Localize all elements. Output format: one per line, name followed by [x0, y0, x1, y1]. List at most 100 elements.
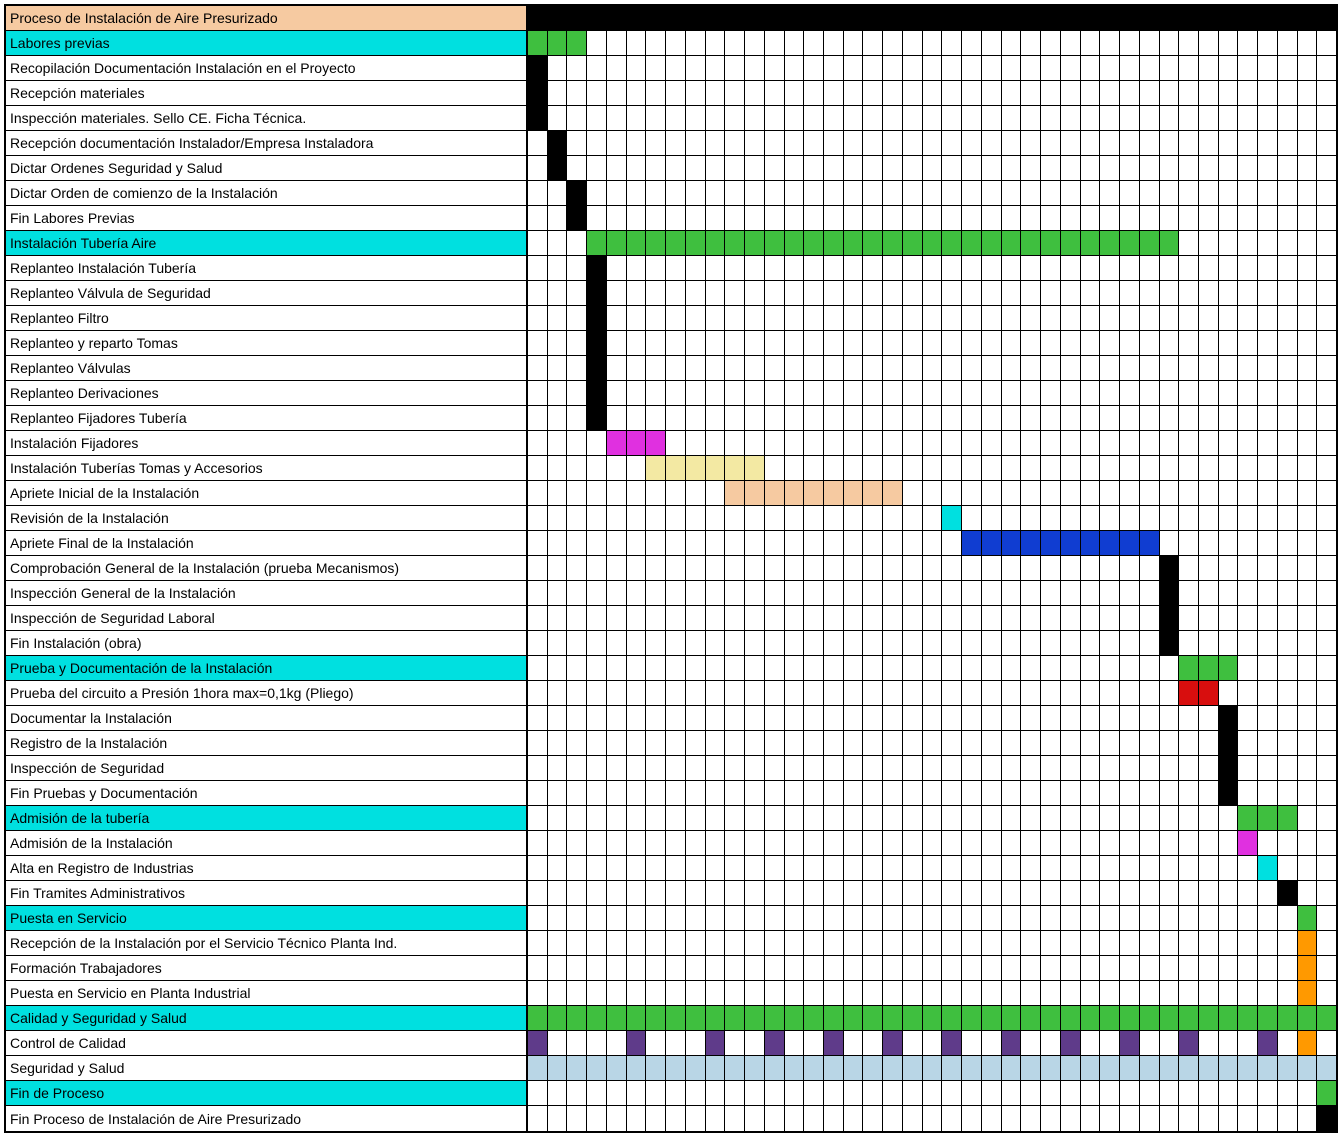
gantt-cell — [1002, 306, 1022, 330]
gantt-cell — [883, 156, 903, 180]
gantt-cell — [1317, 381, 1336, 405]
gantt-cell — [1238, 656, 1258, 680]
gantt-cell — [666, 331, 686, 355]
gantt-cell — [725, 481, 745, 505]
gantt-cell — [1041, 556, 1061, 580]
task-label: Documentar la Instalación — [6, 706, 528, 730]
gantt-cell — [1061, 31, 1081, 55]
gantt-cell — [627, 706, 647, 730]
gantt-cell — [567, 706, 587, 730]
gantt-cell — [1021, 756, 1041, 780]
section-row: Prueba y Documentación de la Instalación — [6, 656, 1336, 681]
gantt-cell — [646, 406, 666, 430]
gantt-cell — [646, 506, 666, 530]
gantt-cell — [844, 231, 864, 255]
gantt-cell — [1002, 131, 1022, 155]
gantt-cell — [607, 831, 627, 855]
gantt-cell — [903, 1081, 923, 1105]
gantt-cell — [1258, 731, 1278, 755]
gantt-cell — [587, 631, 607, 655]
gantt-cell — [666, 706, 686, 730]
gantt-cell — [962, 206, 982, 230]
gantt-cell — [1002, 1006, 1022, 1030]
gantt-cell — [1238, 731, 1258, 755]
gantt-cell — [686, 506, 706, 530]
gantt-cell — [765, 156, 785, 180]
gantt-cell — [942, 1056, 962, 1080]
gantt-cell — [1278, 556, 1298, 580]
gantt-cell — [804, 181, 824, 205]
gantt-cell — [804, 756, 824, 780]
gantt-cell — [627, 181, 647, 205]
gantt-cell — [627, 881, 647, 905]
gantt-cell — [1002, 81, 1022, 105]
gantt-cell — [1298, 806, 1318, 830]
gantt-cell — [646, 356, 666, 380]
gantt-cell — [528, 106, 548, 130]
gantt-cell — [765, 506, 785, 530]
gantt-cell — [607, 731, 627, 755]
gantt-cell — [1238, 631, 1258, 655]
gantt-cell — [1219, 456, 1239, 480]
gantt-cell — [646, 31, 666, 55]
gantt-cell — [765, 1081, 785, 1105]
gantt-cell — [1002, 606, 1022, 630]
gantt-cell — [1278, 581, 1298, 605]
gantt-cell — [863, 581, 883, 605]
gantt-cell — [1317, 631, 1336, 655]
gantt-cell — [1219, 306, 1239, 330]
gantt-cell — [1100, 356, 1120, 380]
gantt-cell — [587, 856, 607, 880]
gantt-cell — [1258, 556, 1278, 580]
gantt-cell — [883, 531, 903, 555]
gantt-cell — [706, 906, 726, 930]
gantt-cell — [962, 381, 982, 405]
gantt-cell — [1238, 181, 1258, 205]
gantt-cell — [863, 31, 883, 55]
gantt-cell — [725, 831, 745, 855]
timeline — [528, 381, 1336, 405]
timeline — [528, 656, 1336, 680]
gantt-cell — [548, 481, 568, 505]
gantt-cell — [686, 206, 706, 230]
gantt-cell — [942, 506, 962, 530]
gantt-cell — [1120, 656, 1140, 680]
gantt-cell — [962, 181, 982, 205]
gantt-cell — [1219, 181, 1239, 205]
gantt-cell — [765, 131, 785, 155]
gantt-cell — [942, 106, 962, 130]
gantt-cell — [1179, 931, 1199, 955]
gantt-cell — [903, 481, 923, 505]
gantt-cell — [1179, 556, 1199, 580]
gantt-cell — [1317, 156, 1336, 180]
gantt-cell — [1278, 106, 1298, 130]
task-row: Inspección de Seguridad Laboral — [6, 606, 1336, 631]
gantt-cell — [1298, 656, 1318, 680]
gantt-cell — [765, 1056, 785, 1080]
task-row: Instalación Tuberías Tomas y Accesorios — [6, 456, 1336, 481]
gantt-cell — [903, 306, 923, 330]
gantt-cell — [666, 906, 686, 930]
gantt-cell — [567, 981, 587, 1005]
gantt-cell — [844, 1056, 864, 1080]
gantt-cell — [646, 231, 666, 255]
task-label: Instalación Fijadores — [6, 431, 528, 455]
gantt-cell — [745, 1056, 765, 1080]
gantt-cell — [567, 731, 587, 755]
gantt-cell — [745, 906, 765, 930]
gantt-cell — [1061, 981, 1081, 1005]
gantt-cell — [528, 556, 548, 580]
gantt-cell — [1219, 981, 1239, 1005]
gantt-cell — [567, 256, 587, 280]
gantt-cell — [528, 706, 548, 730]
gantt-cell — [1120, 56, 1140, 80]
gantt-cell — [627, 906, 647, 930]
gantt-cell — [725, 556, 745, 580]
gantt-cell — [1120, 231, 1140, 255]
gantt-cell — [587, 181, 607, 205]
gantt-cell — [804, 1031, 824, 1055]
gantt-cell — [706, 106, 726, 130]
gantt-cell — [982, 331, 1002, 355]
gantt-cell — [1199, 81, 1219, 105]
gantt-cell — [1298, 1031, 1318, 1055]
